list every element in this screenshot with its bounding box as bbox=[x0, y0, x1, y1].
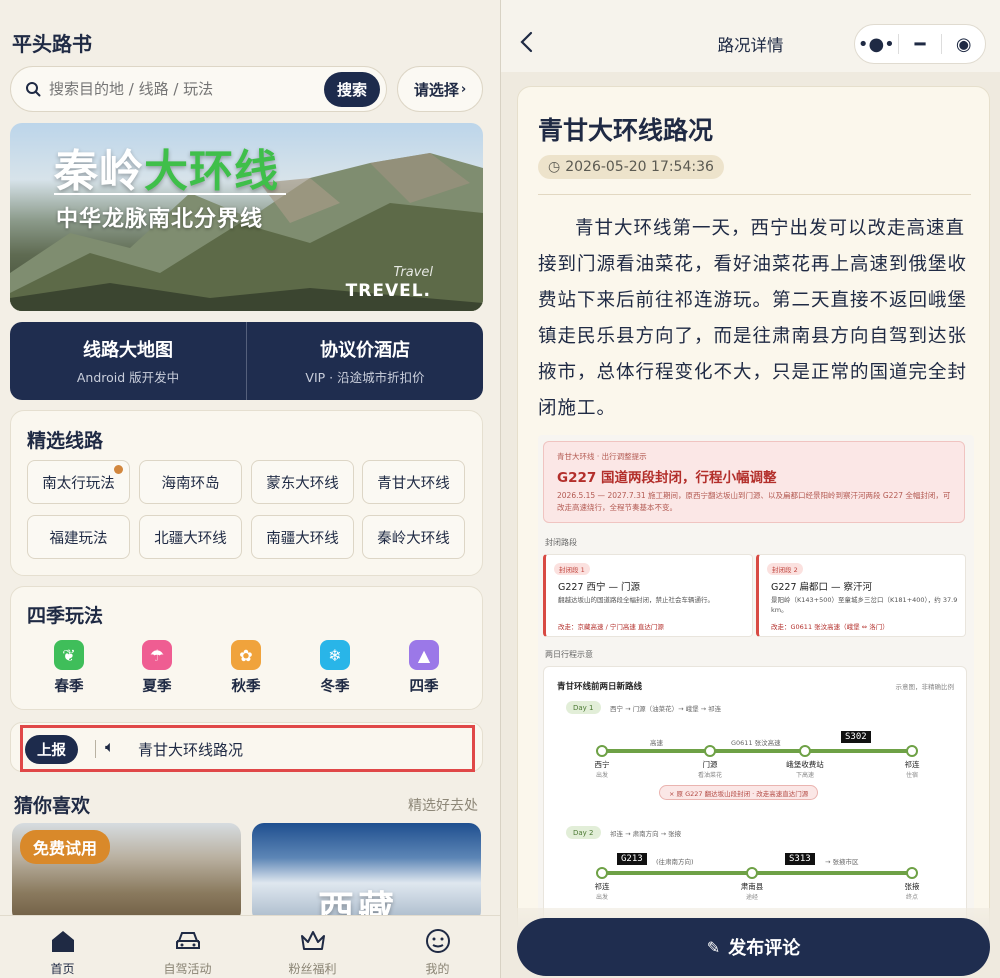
seasons-title: 四季玩法 bbox=[27, 605, 104, 627]
banner-tag-script: Travel bbox=[393, 265, 433, 280]
divider bbox=[538, 194, 971, 195]
tab-activities[interactable]: 自驾活动 bbox=[125, 916, 250, 978]
app-title: 平头路书 bbox=[12, 32, 92, 56]
highlight-box bbox=[20, 725, 475, 772]
route-chip[interactable]: 蒙东大环线 bbox=[251, 460, 354, 504]
nav-bar: 路况详情 •●• ━ ◉ bbox=[501, 0, 1000, 72]
article-card: 青甘大环线路况 ◷ 2026-05-20 17:54:36 青甘大环线第一天，西宁… bbox=[517, 86, 990, 978]
guess-more-link[interactable]: 精选好去处 bbox=[408, 795, 478, 815]
promo-banner[interactable]: 秦岭大环线 中华龙脉南北分界线 Travel TREVEL. bbox=[10, 123, 483, 311]
speaker-icon: 🔈︎ bbox=[105, 737, 115, 756]
day-tag: Day 2 bbox=[566, 826, 601, 839]
tab-bar: 首页 自驾活动 粉丝福利 我的 bbox=[0, 915, 500, 978]
route-chip[interactable]: 南太行玩法 bbox=[27, 460, 130, 504]
season-summer[interactable]: ☂ 夏季 bbox=[127, 640, 187, 696]
route-chip[interactable]: 海南环岛 bbox=[139, 460, 242, 504]
banner-divider bbox=[54, 193, 286, 195]
day-tag: Day 1 bbox=[566, 701, 601, 714]
season-all[interactable]: ▲ 四季 bbox=[394, 640, 454, 696]
closed-segment: 封闭段 1 G227 西宁 — 门源 翻越达坂山的国道路段全幅封闭，禁止社会车辆… bbox=[543, 554, 753, 637]
closed-label: 封闭路段 bbox=[545, 538, 577, 547]
region-select-label: 请选择 bbox=[413, 80, 459, 99]
crown-icon bbox=[300, 931, 325, 950]
hotel-button[interactable]: 协议价酒店 VIP · 沿途城市折扣价 bbox=[246, 322, 483, 400]
leaf-icon: ❦ bbox=[54, 640, 84, 670]
route-chip[interactable]: 青甘大环线 bbox=[362, 460, 465, 504]
car-icon bbox=[175, 932, 200, 949]
season-autumn[interactable]: ✿ 秋季 bbox=[216, 640, 276, 696]
route-map-title: 线路大地图 bbox=[83, 340, 173, 361]
snowflake-icon: ❄ bbox=[320, 640, 350, 670]
mini-program-capsule: •●• ━ ◉ bbox=[854, 24, 986, 64]
warning-box: 青甘大环线 · 出行调整提示 G227 国道两段封闭，行程小幅调整 2026.5… bbox=[543, 441, 965, 523]
region-select[interactable]: 请选择 › bbox=[397, 66, 483, 112]
route-chip[interactable]: 南疆大环线 bbox=[251, 515, 354, 559]
route-chip[interactable]: 秦岭大环线 bbox=[362, 515, 465, 559]
announcement-text[interactable]: 青甘大环线路况 bbox=[138, 739, 243, 760]
route-chip[interactable]: 北疆大环线 bbox=[139, 515, 242, 559]
route-map-sub: Android 版开发中 bbox=[76, 370, 180, 385]
search-icon bbox=[26, 82, 41, 97]
minimize-icon[interactable]: ━ bbox=[899, 34, 942, 55]
post-comment-button[interactable]: ✎ 发布评论 bbox=[517, 918, 990, 976]
divider bbox=[95, 740, 96, 758]
profile-icon bbox=[425, 929, 450, 953]
more-icon[interactable]: •●• bbox=[855, 34, 898, 55]
banner-tag: TREVEL. bbox=[345, 281, 431, 301]
article-title: 青甘大环线路况 bbox=[538, 116, 714, 145]
banner-subtitle: 中华龙脉南北分界线 bbox=[56, 207, 264, 232]
clock-icon: ◷ bbox=[548, 159, 561, 175]
maple-icon: ✿ bbox=[231, 640, 261, 670]
mountain-icon: ▲ bbox=[409, 640, 439, 670]
close-icon[interactable]: ◉ bbox=[942, 34, 985, 55]
article-time: ◷ 2026-05-20 17:54:36 bbox=[538, 155, 724, 179]
plan-label: 两日行程示意 bbox=[545, 650, 593, 659]
guess-title: 猜你喜欢 bbox=[14, 795, 91, 817]
tab-home[interactable]: 首页 bbox=[0, 916, 125, 978]
chevron-right-icon: › bbox=[460, 81, 467, 97]
route-map-button[interactable]: 线路大地图 Android 版开发中 bbox=[10, 322, 246, 400]
home-icon bbox=[51, 931, 74, 952]
free-trial-badge: 免费试用 bbox=[20, 830, 111, 864]
quick-entry-bar: 线路大地图 Android 版开发中 协议价酒店 VIP · 沿途城市折扣价 bbox=[10, 322, 483, 400]
season-spring[interactable]: ❦ 春季 bbox=[39, 640, 99, 696]
hotel-sub: VIP · 沿途城市折扣价 bbox=[305, 370, 425, 385]
home-screen: 平头路书 搜索 请选择› 秦岭大环线 中华龙脉南北分界线 Travel TREV… bbox=[0, 0, 500, 978]
route-notice-image[interactable]: 青甘大环线 · 出行调整提示 G227 国道两段封闭，行程小幅调整 2026.5… bbox=[538, 435, 974, 977]
hotel-title: 协议价酒店 bbox=[320, 340, 410, 361]
search-input[interactable] bbox=[49, 80, 324, 98]
closed-segment: 封闭段 2 G227 扁都口 — 察汗河 景阳岭（K143+500）至童城乡三岔… bbox=[756, 554, 966, 637]
search-button[interactable]: 搜索 bbox=[323, 71, 380, 107]
report-tag[interactable]: 上报 bbox=[25, 735, 78, 764]
new-dot bbox=[114, 465, 123, 474]
banner-title: 秦岭大环线 bbox=[54, 146, 279, 197]
tab-perks[interactable]: 粉丝福利 bbox=[250, 916, 375, 978]
search-bar[interactable]: 搜索 bbox=[10, 66, 387, 112]
article-body: 青甘大环线第一天，西宁出发可以改走高速直接到门源看油菜花，看好油菜花再上高速到俄… bbox=[538, 218, 968, 419]
post-comment-label: 发布评论 bbox=[728, 938, 801, 959]
detail-screen: 路况详情 •●• ━ ◉ 青甘大环线路况 ◷ 2026-05-20 17:54:3… bbox=[501, 0, 1000, 978]
route-chip[interactable]: 福建玩法 bbox=[27, 515, 130, 559]
palm-icon: ☂ bbox=[142, 640, 172, 670]
pencil-icon: ✎ bbox=[706, 937, 721, 957]
tab-profile[interactable]: 我的 bbox=[375, 916, 500, 978]
routes-title: 精选线路 bbox=[27, 430, 104, 452]
season-winter[interactable]: ❄ 冬季 bbox=[305, 640, 365, 696]
